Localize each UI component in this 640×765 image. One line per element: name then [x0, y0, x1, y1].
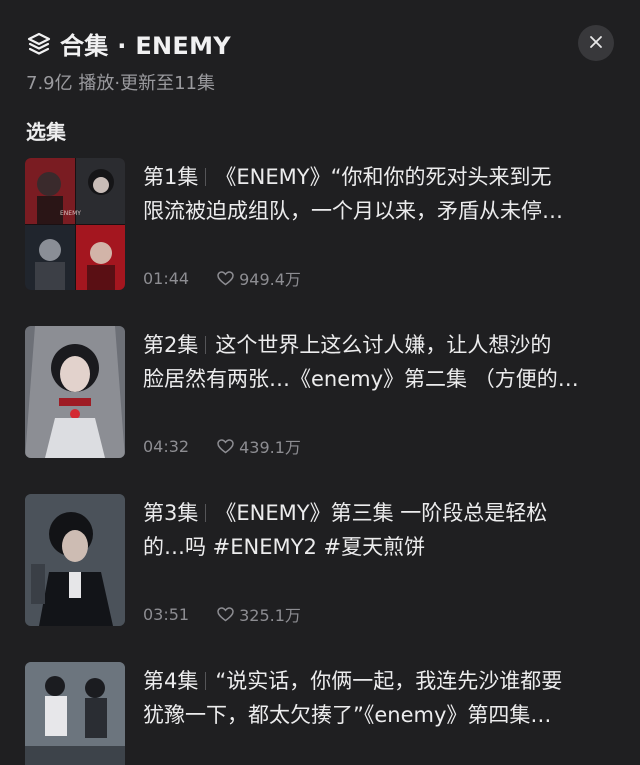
episode-thumbnail[interactable]	[25, 662, 125, 765]
stack-layers-icon	[26, 31, 52, 57]
episode-desc-line-1: 《ENEMY》第三集 一阶段总是轻松	[215, 501, 548, 525]
episode-desc-line-2: 脸居然有两张…《enemy》第二集 （方便的…	[143, 367, 579, 391]
episode-desc-line-1: “说实话，你俩一起，我连先沙谁都要	[215, 669, 563, 693]
episode-duration: 04:32	[143, 436, 190, 456]
episode-text: 第2集 这个世界上这么讨人嫌，让人想沙的 脸居然有两张…《enemy》第二集 （方…	[143, 328, 613, 396]
episode-likes: 439.1万	[239, 438, 301, 457]
episode-stats: 04:32 439.1万	[143, 434, 301, 458]
episode-section-title: 选集	[26, 120, 66, 144]
episode-item-2[interactable]: 第2集 这个世界上这么讨人嫌，让人想沙的 脸居然有两张…《enemy》第二集 （方…	[0, 326, 640, 460]
episode-text: 第1集 《ENEMY》“你和你的死对头来到无 限流被迫成组队，一个月以来，矛盾从未…	[143, 160, 613, 228]
divider	[205, 504, 207, 522]
episode-likes: 949.4万	[239, 270, 301, 289]
collection-title: 合集 · ENEMY	[60, 32, 231, 60]
episode-desc-line-2: 犹豫一下，都太欠揍了”《enemy》第四集…	[143, 703, 552, 727]
episode-title-line-1: 第2集 这个世界上这么讨人嫌，让人想沙的	[143, 328, 613, 362]
episode-number: 第3集	[143, 501, 199, 525]
episode-title-line-1: 第1集 《ENEMY》“你和你的死对头来到无	[143, 160, 613, 194]
episode-duration: 03:51	[143, 604, 190, 624]
episode-item-3[interactable]: 第3集 《ENEMY》第三集 一阶段总是轻松 的…吗 #ENEMY2 #夏天煎饼 …	[0, 494, 640, 628]
divider	[205, 336, 207, 354]
episode-item-4[interactable]: 第4集 “说实话，你俩一起，我连先沙谁都要 犹豫一下，都太欠揍了”《enemy》第…	[0, 662, 640, 765]
episode-desc-line-2: 限流被迫成组队，一个月以来，矛盾从未停…	[143, 199, 563, 223]
episode-stats: 03:51 325.1万	[143, 602, 301, 626]
episode-number: 第1集	[143, 165, 199, 189]
heart-icon	[217, 270, 234, 286]
collection-panel: 合集 · ENEMY 7.9亿 播放·更新至11集 选集 ENEMY 第1集 《…	[0, 0, 640, 765]
episode-likes: 325.1万	[239, 606, 301, 625]
episode-thumbnail[interactable]	[25, 494, 125, 626]
title-row: 合集 · ENEMY	[26, 26, 231, 61]
episode-desc-line-2: 的…吗 #ENEMY2 #夏天煎饼	[143, 535, 426, 559]
heart-icon	[217, 606, 234, 622]
episode-desc-line-1: 这个世界上这么讨人嫌，让人想沙的	[215, 333, 552, 357]
close-button[interactable]	[578, 25, 614, 61]
heart-icon	[217, 438, 234, 454]
close-icon	[589, 34, 603, 53]
episode-stats: 01:44 949.4万	[143, 266, 301, 290]
episode-thumbnail[interactable]: ENEMY	[25, 158, 125, 290]
episode-item-1[interactable]: ENEMY 第1集 《ENEMY》“你和你的死对头来到无 限流被迫成组队，一个月以…	[0, 158, 640, 292]
episode-title-line-1: 第4集 “说实话，你俩一起，我连先沙谁都要	[143, 664, 613, 698]
svg-text:ENEMY: ENEMY	[60, 210, 81, 217]
episode-number: 第4集	[143, 669, 199, 693]
episode-duration: 01:44	[143, 268, 190, 288]
episode-text: 第4集 “说实话，你俩一起，我连先沙谁都要 犹豫一下，都太欠揍了”《enemy》第…	[143, 664, 613, 732]
episode-desc-line-1: 《ENEMY》“你和你的死对头来到无	[215, 165, 552, 189]
episode-number: 第2集	[143, 333, 199, 357]
episode-title-line-1: 第3集 《ENEMY》第三集 一阶段总是轻松	[143, 496, 613, 530]
collection-meta: 7.9亿 播放·更新至11集	[26, 73, 215, 94]
episode-thumbnail[interactable]	[25, 326, 125, 458]
divider	[205, 672, 207, 690]
divider	[205, 168, 207, 186]
episode-text: 第3集 《ENEMY》第三集 一阶段总是轻松 的…吗 #ENEMY2 #夏天煎饼	[143, 496, 613, 564]
collection-header: 合集 · ENEMY 7.9亿 播放·更新至11集 选集	[0, 0, 640, 150]
